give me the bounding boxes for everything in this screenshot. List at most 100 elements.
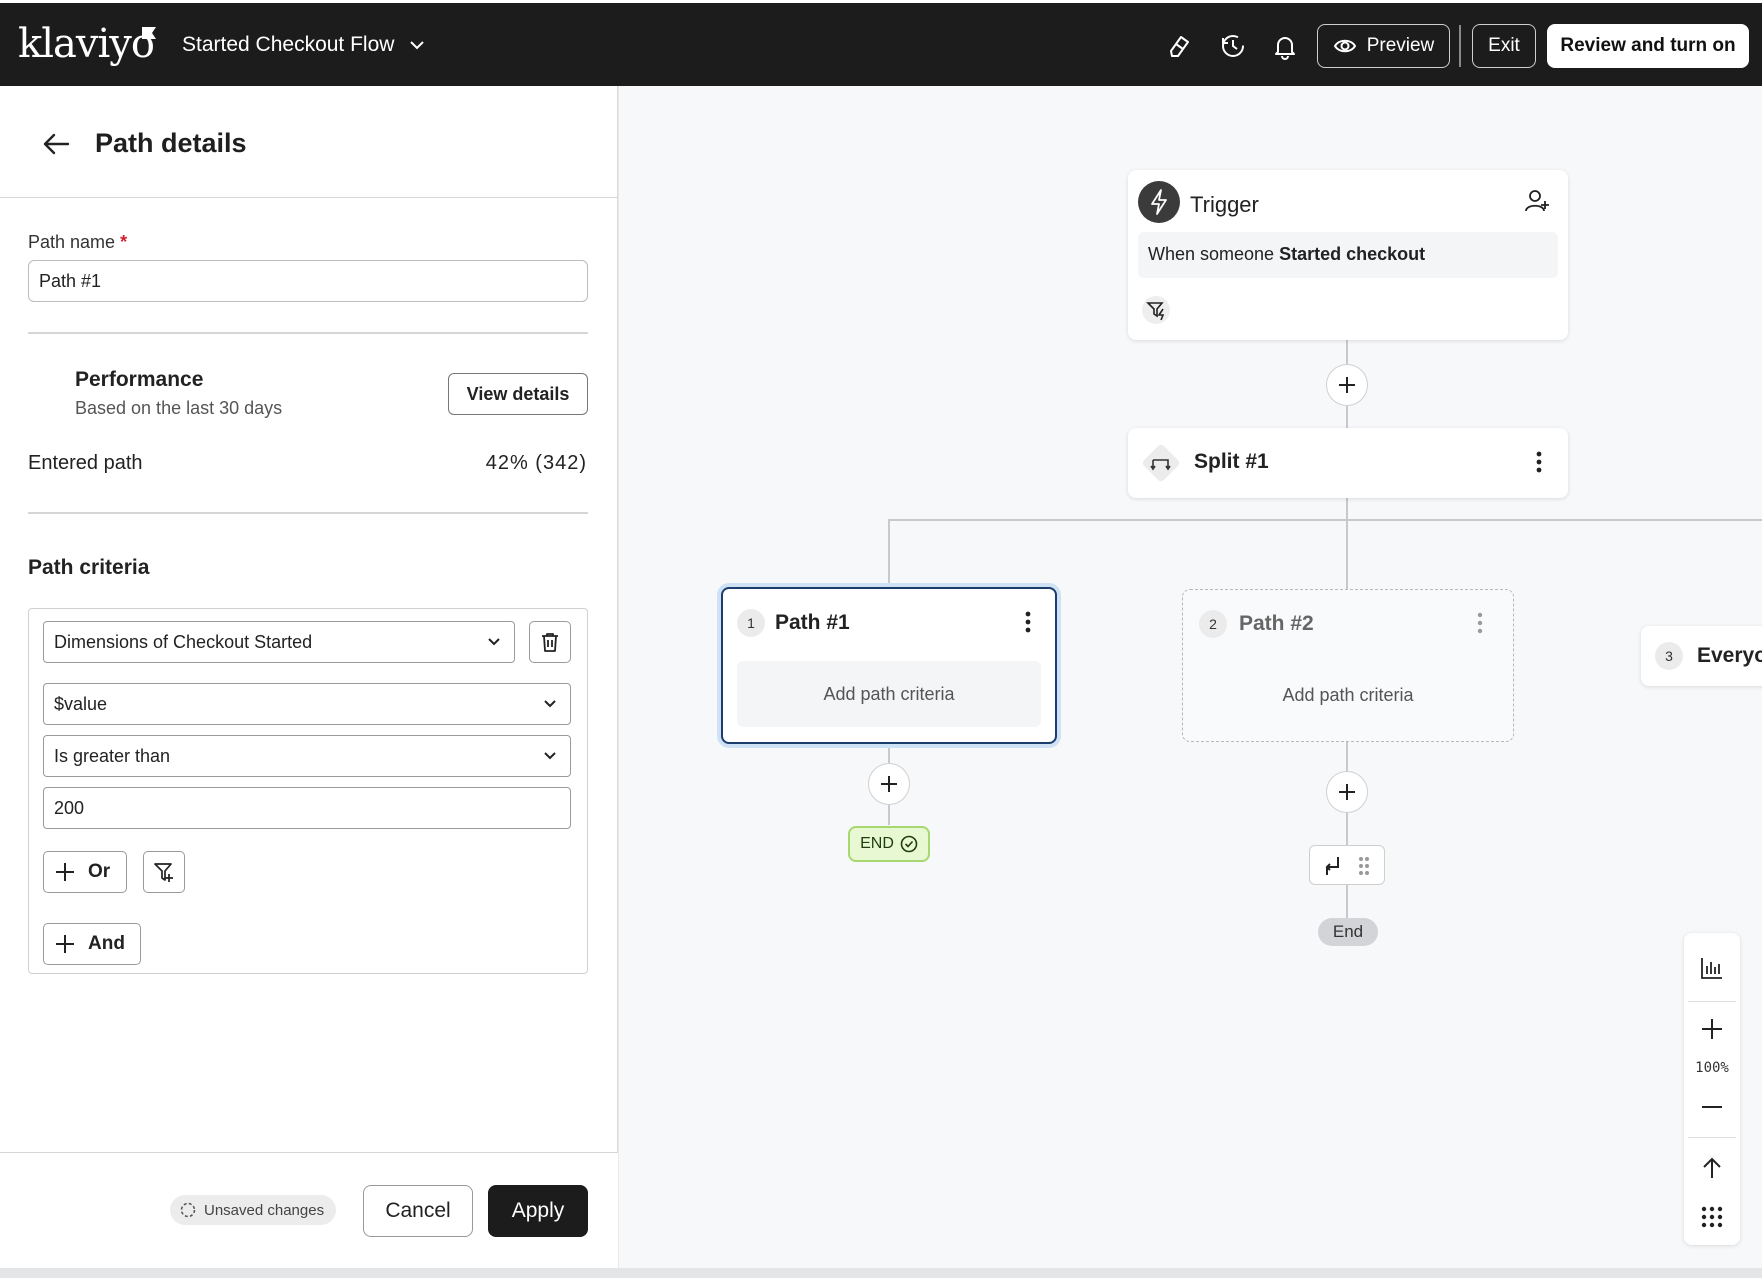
entered-path-value: 42% (342)	[485, 452, 587, 474]
klaviyo-logo[interactable]: klaviyo	[18, 21, 155, 67]
add-or-label: Or	[88, 861, 111, 882]
more-vertical-icon[interactable]	[1477, 612, 1483, 634]
chevron-down-icon	[410, 41, 425, 50]
exit-button[interactable]: Exit	[1472, 24, 1536, 68]
logo-flag-icon	[142, 27, 156, 39]
trigger-card[interactable]: Trigger When someone Started checkout	[1128, 170, 1568, 340]
path-name-label-text: Path name	[28, 232, 116, 252]
add-step-button[interactable]	[868, 763, 910, 805]
panel-title: Path details	[95, 128, 247, 158]
flow-title: Started Checkout Flow	[182, 33, 395, 56]
lightning-icon	[1138, 181, 1180, 223]
divider	[1688, 1137, 1736, 1138]
chevron-down-icon	[544, 700, 556, 708]
divider	[28, 512, 588, 514]
apply-button[interactable]: Apply	[488, 1185, 588, 1237]
add-and-button[interactable]: And	[43, 923, 141, 965]
connector-line	[1346, 741, 1348, 919]
required-asterisk: *	[120, 232, 128, 252]
zoom-controls: 100%	[1684, 933, 1740, 1245]
arrow-up-icon	[1703, 1157, 1721, 1178]
more-vertical-icon[interactable]	[1536, 451, 1542, 473]
view-details-button[interactable]: View details	[448, 373, 588, 415]
end-badge: END	[848, 826, 930, 862]
path-card-1[interactable]: 1 Path #1 Add path criteria	[721, 587, 1057, 744]
grid-menu-button[interactable]	[1684, 1195, 1740, 1239]
connector-line	[1346, 496, 1348, 590]
preview-button[interactable]: Preview	[1317, 24, 1450, 68]
eye-icon	[1333, 39, 1356, 53]
plus-icon	[1339, 377, 1355, 393]
path-details-panel: Path details Path name * Path #1 Perform…	[0, 86, 618, 1268]
bell-icon[interactable]	[1270, 31, 1300, 61]
plus-icon	[56, 863, 74, 881]
path-number-badge: 3	[1655, 642, 1683, 670]
add-path-criteria[interactable]: Add path criteria	[1183, 682, 1513, 708]
add-path-criteria[interactable]: Add path criteria	[737, 661, 1041, 727]
filter-add-icon	[154, 863, 173, 882]
path-number-badge: 1	[737, 609, 765, 637]
unsaved-dashed-circle-icon	[180, 1202, 196, 1218]
cancel-button[interactable]: Cancel	[363, 1185, 473, 1237]
trash-icon	[542, 633, 558, 652]
unsaved-changes-label: Unsaved changes	[204, 1201, 325, 1219]
path-criteria-title: Path criteria	[28, 556, 150, 579]
bottom-strip	[0, 1268, 1762, 1278]
divider	[28, 332, 588, 334]
add-and-label: And	[88, 933, 125, 954]
trigger-event: Started checkout	[1279, 244, 1426, 264]
path-name-label: Path name *	[28, 232, 127, 253]
path-card-2[interactable]: 2 Path #2 Add path criteria	[1182, 589, 1514, 742]
scroll-to-top-button[interactable]	[1684, 1145, 1740, 1191]
divider	[1688, 1001, 1736, 1002]
dimension-select-value: Dimensions of Checkout Started	[54, 631, 313, 652]
path-name-input[interactable]: Path #1	[28, 260, 588, 302]
plus-icon	[1339, 784, 1355, 800]
add-filter-button[interactable]	[143, 851, 185, 893]
path-title: Path #2	[1239, 612, 1314, 635]
split-icon	[1142, 444, 1180, 482]
plus-icon	[881, 776, 897, 792]
eraser-icon[interactable]	[1163, 31, 1193, 61]
panel-footer: Unsaved changes Cancel Apply	[0, 1152, 618, 1268]
trigger-title: Trigger	[1190, 192, 1259, 217]
branch-handle[interactable]	[1309, 845, 1385, 885]
trigger-description: When someone Started checkout	[1138, 232, 1558, 278]
add-user-icon[interactable]	[1524, 188, 1550, 214]
history-icon[interactable]	[1218, 31, 1248, 61]
operator-select[interactable]: Is greater than	[43, 735, 571, 777]
value-input[interactable]: 200	[43, 787, 571, 829]
end-label: END	[860, 835, 894, 852]
drag-handle-icon[interactable]	[1358, 856, 1370, 876]
more-vertical-icon[interactable]	[1025, 611, 1031, 633]
split-title: Split #1	[1194, 450, 1269, 473]
path-card-3[interactable]: 3 Everyo	[1641, 626, 1762, 686]
add-or-button[interactable]: Or	[43, 851, 127, 893]
delete-criteria-button[interactable]	[529, 621, 571, 663]
connector-line	[888, 519, 890, 589]
plus-icon	[1702, 1019, 1722, 1039]
panel-header: Path details	[0, 86, 618, 198]
top-bar: klaviyo Started Checkout Flow Preview Ex…	[0, 0, 1762, 86]
add-step-button[interactable]	[1326, 364, 1368, 406]
analytics-button[interactable]	[1684, 943, 1740, 993]
end-badge: End	[1318, 918, 1378, 946]
flow-canvas[interactable]: Trigger When someone Started checkout Sp…	[619, 86, 1762, 1268]
path-title: Path #1	[775, 611, 850, 634]
dimension-select[interactable]: Dimensions of Checkout Started	[43, 621, 515, 663]
split-card[interactable]: Split #1	[1128, 428, 1568, 498]
trigger-description-prefix: When someone	[1148, 244, 1280, 264]
zoom-out-button[interactable]	[1684, 1085, 1740, 1129]
flow-title-dropdown[interactable]: Started Checkout Flow	[182, 33, 426, 57]
grid-dots-icon	[1701, 1206, 1723, 1228]
entered-path-label: Entered path	[28, 452, 143, 474]
add-step-button[interactable]	[1326, 771, 1368, 813]
criteria-group: Dimensions of Checkout Started $value Is…	[28, 608, 588, 974]
trigger-filter-icon[interactable]	[1142, 296, 1170, 324]
back-arrow-icon[interactable]	[40, 128, 72, 160]
plus-icon	[56, 935, 74, 953]
property-select[interactable]: $value	[43, 683, 571, 725]
review-and-turn-on-button[interactable]: Review and turn on	[1547, 24, 1749, 68]
property-select-value: $value	[54, 693, 108, 714]
zoom-in-button[interactable]	[1684, 1007, 1740, 1051]
